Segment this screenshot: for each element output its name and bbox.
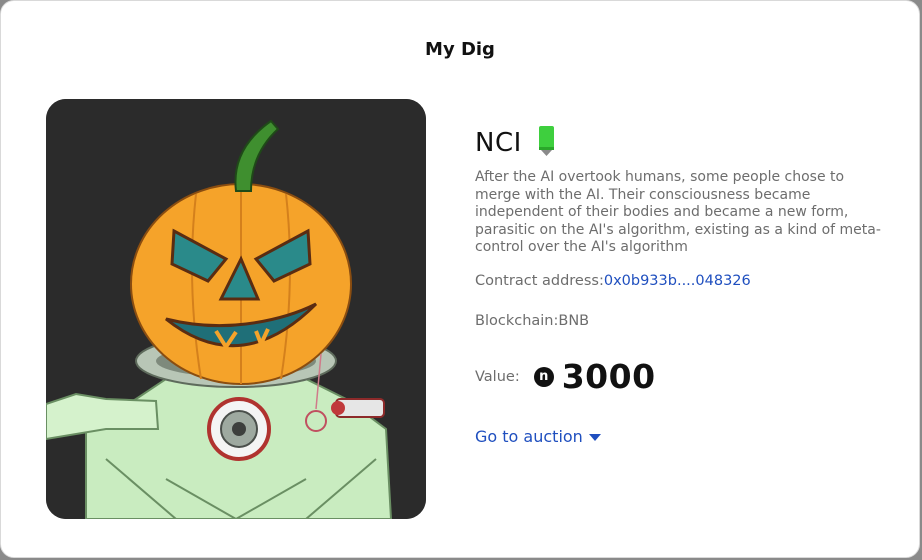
- green-tag-icon: [538, 125, 556, 161]
- value-label: Value:: [475, 368, 520, 385]
- contract-address-row: Contract address:0x0b933b....048326: [475, 273, 751, 289]
- nft-description: After the AI overtook humans, some peopl…: [475, 169, 881, 255]
- nft-detail-modal: My Dig NCI After the AI overtook humans,…: [0, 0, 920, 558]
- contract-address-link[interactable]: 0x0b933b....048326: [604, 273, 751, 289]
- go-to-auction-button[interactable]: Go to auction: [475, 427, 601, 446]
- coin-icon: n: [533, 366, 554, 387]
- value-row: Value: n 3000: [475, 357, 656, 396]
- caret-down-icon: [588, 427, 601, 446]
- nft-name: NCI: [475, 128, 522, 158]
- nft-info-panel: NCI After the AI overtook humans, some p…: [475, 125, 885, 446]
- contract-address-label: Contract address:: [475, 273, 604, 289]
- modal-title: My Dig: [425, 39, 495, 60]
- nft-name-row: NCI: [475, 125, 885, 161]
- blockchain-text: Blockchain:BNB: [475, 313, 590, 329]
- nft-artwork-image: [46, 99, 426, 519]
- value-amount: 3000: [561, 357, 656, 396]
- go-to-auction-label: Go to auction: [475, 427, 583, 446]
